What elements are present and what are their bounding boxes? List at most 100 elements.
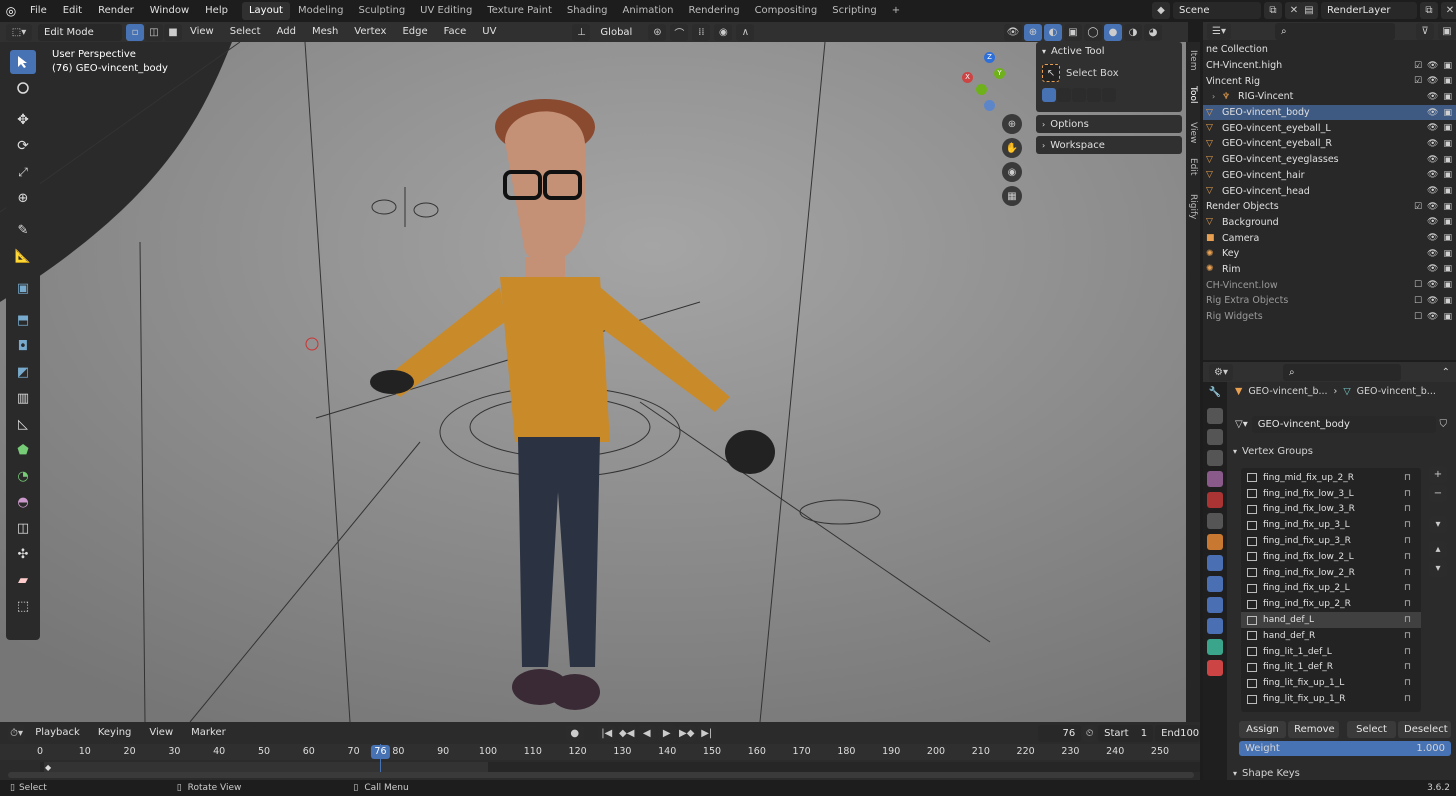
move-tool-icon[interactable]: ✥ (10, 108, 36, 132)
navigation-gizmo[interactable]: Z Y X (958, 50, 1016, 114)
shape-keys-header[interactable]: ▾ Shape Keys (1233, 768, 1300, 779)
menu-file[interactable]: File (22, 0, 55, 22)
eye-icon[interactable]: 👁 (1427, 155, 1438, 165)
menu-edge[interactable]: Edge (394, 21, 435, 43)
add-group-icon[interactable]: + (1429, 466, 1447, 483)
rendered-shading-icon[interactable]: ◕ (1144, 24, 1162, 41)
outliner-editor-icon[interactable]: ☰▾ (1207, 22, 1231, 40)
gizmo-neg-y-icon[interactable] (976, 84, 987, 95)
play-icon[interactable]: ▶ (657, 724, 676, 742)
render-camera-icon[interactable]: ▣ (1443, 170, 1452, 180)
menu-uv[interactable]: UV (474, 21, 504, 43)
jump-end-icon[interactable]: ▶| (697, 724, 716, 742)
timeline-scrollbar[interactable] (8, 772, 1194, 778)
extrude-tool-icon[interactable]: ⬒ (10, 308, 36, 332)
face-select-icon[interactable]: ■ (164, 23, 182, 41)
rotate-tool-icon[interactable]: ⟳ (10, 134, 36, 158)
properties-editor-icon[interactable]: ⚙▾ (1209, 363, 1233, 381)
add-workspace-button[interactable]: + (885, 2, 907, 20)
render-camera-icon[interactable]: ▣ (1443, 139, 1452, 149)
tab-layout[interactable]: Layout (241, 2, 290, 20)
lock-icon[interactable]: ⊓ (1404, 473, 1411, 483)
vertex-group-row[interactable]: fing_mid_fix_up_2_R ⊓ (1241, 470, 1421, 486)
lock-icon[interactable]: ⊓ (1404, 599, 1411, 609)
lock-icon[interactable]: ⊓ (1404, 568, 1411, 578)
mesh-data-tab-icon[interactable] (1207, 639, 1223, 655)
render-camera-icon[interactable]: ▣ (1443, 123, 1452, 133)
tab-tool[interactable]: Tool (1188, 86, 1198, 114)
prev-key-icon[interactable]: ◆◀ (617, 724, 636, 742)
spin-tool-icon[interactable]: ◔ (10, 464, 36, 488)
eye-icon[interactable]: 👁 (1427, 123, 1438, 133)
eye-icon[interactable]: 👁 (1427, 296, 1438, 306)
render-camera-icon[interactable]: ▣ (1443, 76, 1452, 86)
next-key-icon[interactable]: ▶◆ (677, 724, 696, 742)
pan-hand-icon[interactable]: ✋ (1002, 138, 1022, 158)
render-camera-icon[interactable]: ▣ (1443, 233, 1452, 243)
select-box-tool-icon[interactable] (10, 50, 36, 74)
tab-sculpting[interactable]: Sculpting (351, 2, 412, 20)
weight-slider[interactable]: Weight 1.000 (1239, 741, 1451, 756)
move-down-icon[interactable]: ▾ (1429, 560, 1447, 577)
exclude-checkbox-icon[interactable]: ☑ (1414, 76, 1422, 86)
outliner-row[interactable]: CH-Vincent.high ☑ 👁 ▣ (1203, 58, 1456, 74)
expand-arrow-icon[interactable]: › (1212, 92, 1222, 101)
exclude-checkbox-icon[interactable]: ☐ (1414, 296, 1422, 306)
loop-cut-tool-icon[interactable]: ▥ (10, 386, 36, 410)
outliner-row[interactable]: Render Objects ☑ 👁 ▣ (1203, 199, 1456, 215)
lock-icon[interactable]: ⊓ (1404, 504, 1411, 514)
snap-target-icon[interactable]: ⁞⁞ (692, 23, 711, 41)
menu-vertex[interactable]: Vertex (346, 21, 394, 43)
visibility-icon[interactable]: 👁 (1004, 24, 1022, 41)
mode-selector[interactable]: Edit Mode (38, 23, 122, 41)
eye-icon[interactable]: 👁 (1427, 280, 1438, 290)
timeline-track[interactable]: ◆ 0 10 20 30 40 50 60 70 80 90 100 110 120 130 140 150 1… (0, 744, 1200, 780)
blender-logo-icon[interactable]: ◎ (0, 0, 22, 22)
exclude-checkbox-icon[interactable]: ☑ (1414, 202, 1422, 212)
annotate-tool-icon[interactable]: ✎ (10, 218, 36, 242)
mesh-browse-icon[interactable]: ▽▾ (1235, 419, 1248, 430)
filter-icon[interactable]: ⊽ (1416, 22, 1434, 40)
vertex-group-row[interactable]: fing_ind_fix_low_2_R ⊓ (1241, 565, 1421, 581)
menu-face[interactable]: Face (436, 21, 475, 43)
pin-icon[interactable]: ⌃ (1442, 367, 1450, 378)
view-layer-tab-icon[interactable] (1207, 450, 1223, 466)
specials-menu-icon[interactable]: ▾ (1429, 516, 1447, 533)
render-camera-icon[interactable]: ▣ (1443, 155, 1452, 165)
eye-icon[interactable]: 👁 (1427, 170, 1438, 180)
record-icon[interactable]: ● (565, 724, 584, 742)
eye-icon[interactable]: 👁 (1427, 92, 1438, 102)
gizmo-z-axis[interactable]: Z (984, 52, 995, 63)
start-frame-field[interactable]: Start 1 (1098, 724, 1154, 742)
object-tab-icon[interactable] (1207, 534, 1223, 550)
modifier-tab-icon[interactable] (1207, 555, 1223, 571)
lock-icon[interactable]: ⊓ (1404, 631, 1411, 641)
collection-tab-icon[interactable] (1207, 513, 1223, 529)
active-tool-header[interactable]: ▾ Active Tool (1042, 42, 1176, 60)
eye-icon[interactable]: 👁 (1427, 76, 1438, 86)
lock-icon[interactable]: ⊓ (1404, 647, 1411, 657)
delete-layer-icon[interactable]: ✕ (1441, 2, 1456, 19)
current-frame-field[interactable]: 76 (1037, 724, 1082, 742)
proportional-edit-icon[interactable]: ◉ (714, 23, 733, 41)
playhead-frame-label[interactable]: 76 (371, 745, 390, 759)
lock-icon[interactable]: ⊓ (1404, 520, 1411, 530)
new-scene-icon[interactable]: ⧉ (1264, 2, 1282, 19)
outliner-row[interactable]: ▽ GEO-vincent_eyeball_L 👁 ▣ (1203, 120, 1456, 136)
material-shading-icon[interactable]: ◑ (1124, 24, 1142, 41)
mode-subtract-icon[interactable] (1072, 88, 1086, 102)
eye-icon[interactable]: 👁 (1427, 186, 1438, 196)
measure-tool-icon[interactable]: 📐 (10, 244, 36, 268)
vertex-groups-header[interactable]: ▾ Vertex Groups (1233, 442, 1453, 460)
menu-view[interactable]: View (182, 21, 222, 43)
gizmo-toggle-icon[interactable]: ⊕ (1024, 24, 1042, 41)
exclude-checkbox-icon[interactable]: ☐ (1414, 280, 1422, 290)
tab-uv-editing[interactable]: UV Editing (413, 2, 479, 20)
transform-tool-icon[interactable]: ⊕ (10, 186, 36, 210)
mode-extend-icon[interactable] (1057, 88, 1071, 102)
xray-toggle-icon[interactable]: ▣ (1064, 24, 1082, 41)
vertex-group-row[interactable]: hand_def_L ⊓ (1241, 612, 1421, 628)
render-camera-icon[interactable]: ▣ (1443, 296, 1452, 306)
solid-shading-icon[interactable]: ● (1104, 24, 1122, 41)
select-box-icon[interactable]: ↖ (1042, 64, 1060, 82)
